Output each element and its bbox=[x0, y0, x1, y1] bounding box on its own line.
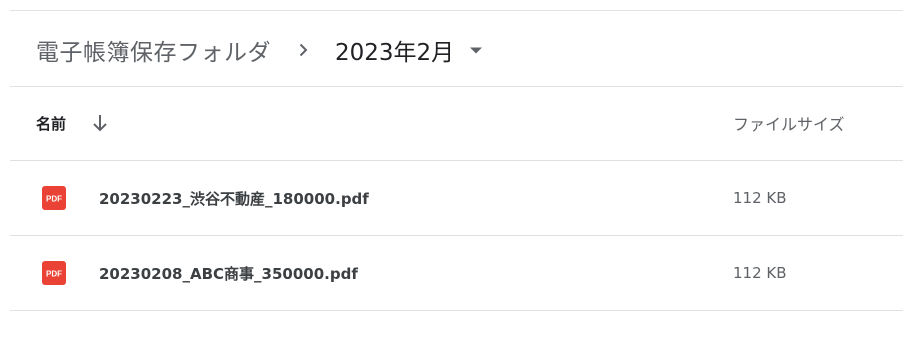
breadcrumb-root-folder[interactable]: 電子帳簿保存フォルダ bbox=[36, 33, 271, 67]
arrow-downward-icon[interactable] bbox=[88, 111, 112, 135]
column-header-size[interactable]: ファイルサイズ bbox=[733, 86, 845, 160]
file-size: 112 KB bbox=[733, 189, 787, 207]
chevron-right-icon bbox=[289, 36, 317, 64]
pdf-icon-label: PDF bbox=[46, 195, 62, 204]
file-row[interactable]: PDF 20230208_ABC商事_350000.pdf 112 KB bbox=[10, 236, 903, 310]
breadcrumb-current-folder[interactable]: 2023年2月 bbox=[331, 31, 492, 69]
column-header-name[interactable]: 名前 bbox=[36, 86, 112, 160]
file-name: 20230223_渋谷不動産_180000.pdf bbox=[99, 189, 369, 208]
pdf-file-icon: PDF bbox=[42, 186, 66, 210]
file-row[interactable]: PDF 20230223_渋谷不動産_180000.pdf 112 KB bbox=[10, 161, 903, 235]
breadcrumb: 電子帳簿保存フォルダ 2023年2月 bbox=[36, 31, 492, 69]
table-header: 名前 ファイルサイズ bbox=[10, 86, 903, 160]
top-divider bbox=[10, 10, 903, 11]
pdf-file-icon: PDF bbox=[42, 261, 66, 285]
table-bottom-divider bbox=[10, 310, 903, 311]
breadcrumb-current-label: 2023年2月 bbox=[335, 40, 455, 66]
column-header-name-label: 名前 bbox=[36, 114, 67, 133]
file-size: 112 KB bbox=[733, 264, 787, 282]
pdf-icon-label: PDF bbox=[46, 270, 62, 279]
file-name: 20230208_ABC商事_350000.pdf bbox=[99, 264, 358, 283]
caret-down-icon[interactable] bbox=[464, 38, 488, 62]
